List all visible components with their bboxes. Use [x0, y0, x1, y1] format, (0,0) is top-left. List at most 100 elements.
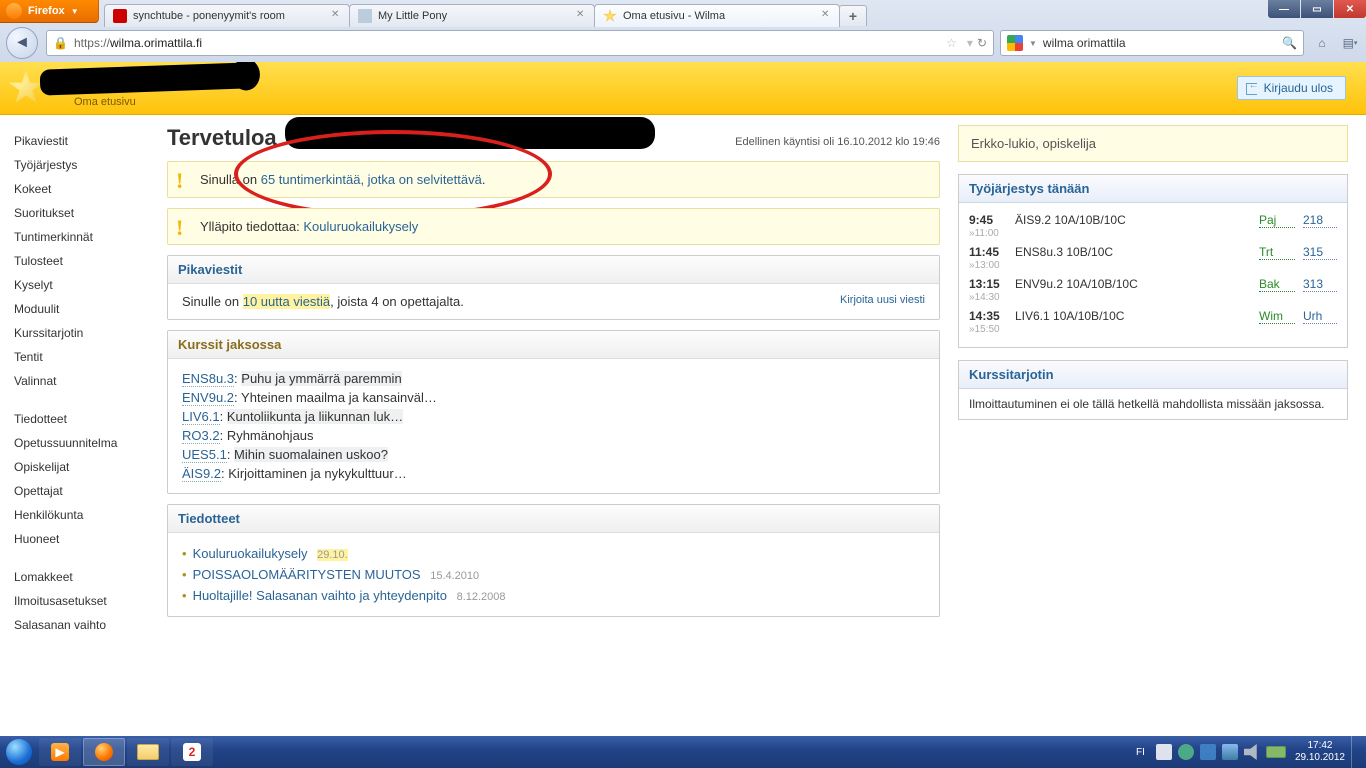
- schedule-room-link[interactable]: 218: [1303, 213, 1337, 228]
- url-host: wilma.orimattila.fi: [110, 36, 202, 50]
- messages-text: Sinulle on: [182, 294, 243, 309]
- tab-close-icon[interactable]: ✕: [576, 9, 588, 21]
- new-messages-link[interactable]: 10 uutta viestiä: [243, 294, 330, 309]
- leftnav-item[interactable]: Opettajat: [14, 479, 149, 503]
- tab-close-icon[interactable]: ✕: [331, 9, 343, 21]
- schedule-teacher-link[interactable]: Paj: [1259, 213, 1295, 228]
- tray-flag-icon[interactable]: [1156, 744, 1172, 760]
- schedule-start: 14:35: [969, 309, 1015, 323]
- news-link[interactable]: Kouluruokailukysely: [193, 546, 308, 561]
- box-header: Pikaviestit: [168, 256, 939, 284]
- browser-tab-active[interactable]: Oma etusivu - Wilma ✕: [594, 4, 840, 27]
- schedule-start: 9:45: [969, 213, 1015, 227]
- course-link[interactable]: ÄIS9.2: [182, 466, 221, 482]
- schedule-end: 14:30: [969, 292, 1337, 303]
- leftnav-item[interactable]: Tulosteet: [14, 249, 149, 273]
- main-content: Tervetuloa Edellinen käyntisi oli 16.10.…: [149, 115, 958, 736]
- leftnav-item[interactable]: Tuntimerkinnät: [14, 225, 149, 249]
- tab-close-icon[interactable]: ✕: [821, 9, 833, 21]
- leftnav-item[interactable]: Pikaviestit: [14, 129, 149, 153]
- course-row: LIV6.1: Kuntoliikunta ja liikunnan luk…: [182, 407, 925, 426]
- leftnav-item[interactable]: Opetussuunnitelma: [14, 431, 149, 455]
- schedule-room-link[interactable]: 313: [1303, 277, 1337, 292]
- schedule-teacher-link[interactable]: Trt: [1259, 245, 1295, 260]
- url-bar[interactable]: 🔒 https://wilma.orimattila.fi ☆ ▾ ↻: [46, 30, 994, 56]
- course-link[interactable]: UES5.1: [182, 447, 227, 463]
- window-maximize-button[interactable]: ▭: [1301, 0, 1333, 18]
- tray-icon[interactable]: [1178, 744, 1194, 760]
- bookmark-star-icon[interactable]: ☆: [940, 36, 963, 50]
- course-link[interactable]: ENV9u.2: [182, 390, 234, 406]
- nav-back-button[interactable]: ◄: [6, 27, 38, 59]
- leftnav-item[interactable]: Suoritukset: [14, 201, 149, 225]
- home-icon[interactable]: ⌂: [1312, 33, 1332, 53]
- leftnav-item[interactable]: Kurssitarjotin: [14, 321, 149, 345]
- browser-tab[interactable]: synchtube - ponenyymit's room ✕: [104, 4, 350, 27]
- leftnav-item[interactable]: Tiedotteet: [14, 407, 149, 431]
- leftnav-item[interactable]: Kokeet: [14, 177, 149, 201]
- news-link[interactable]: POISSAOLOMÄÄRITYSTEN MUUTOS: [193, 567, 421, 582]
- taskbar-media-player-icon[interactable]: ▶: [39, 738, 81, 766]
- leftnav-item[interactable]: Työjärjestys: [14, 153, 149, 177]
- logout-button[interactable]: Kirjaudu ulos: [1237, 76, 1346, 100]
- leftnav-item[interactable]: Salasanan vaihto: [14, 613, 149, 637]
- leftnav-item[interactable]: Moduulit: [14, 297, 149, 321]
- leftnav-item[interactable]: Huoneet: [14, 527, 149, 551]
- alert-link[interactable]: 65 tuntimerkintää, jotka on selvitettävä: [261, 172, 482, 187]
- tab-favicon: [358, 9, 372, 23]
- leftnav-item[interactable]: Lomakkeet: [14, 565, 149, 589]
- schedule-room-link[interactable]: 315: [1303, 245, 1337, 260]
- schedule-teacher-link[interactable]: Wim: [1259, 309, 1295, 324]
- url-prefix: https://: [74, 36, 110, 50]
- firefox-menu-button[interactable]: Firefox ▼: [0, 0, 99, 23]
- leftnav-item[interactable]: Tentit: [14, 345, 149, 369]
- exclamation-icon: !: [176, 215, 183, 241]
- compose-message-link[interactable]: Kirjoita uusi viesti: [840, 294, 925, 306]
- leftnav-item[interactable]: Valinnat: [14, 369, 149, 393]
- tray-panel: Kurssitarjotin Ilmoittautuminen ei ole t…: [958, 360, 1348, 420]
- reload-icon[interactable]: ↻: [977, 36, 987, 50]
- schedule-subject: LIV6.1 10A/10B/10C: [1015, 309, 1259, 323]
- tray-battery-icon[interactable]: [1266, 746, 1286, 758]
- last-login-text: Edellinen käyntisi oli 16.10.2012 klo 19…: [735, 136, 940, 148]
- browser-tab[interactable]: My Little Pony ✕: [349, 4, 595, 27]
- tray-volume-icon[interactable]: [1244, 744, 1260, 760]
- tray-clock[interactable]: 17:42 29.10.2012: [1295, 740, 1345, 764]
- news-date: 8.12.2008: [457, 591, 506, 603]
- schedule-teacher-link[interactable]: Bak: [1259, 277, 1295, 292]
- taskbar-firefox-icon[interactable]: [83, 738, 125, 766]
- course-row: UES5.1: Mihin suomalainen uskoo?: [182, 445, 925, 464]
- news-link[interactable]: Huoltajille! Salasanan vaihto ja yhteyde…: [193, 588, 447, 603]
- course-link[interactable]: ENS8u.3: [182, 371, 234, 387]
- search-icon[interactable]: 🔍: [1282, 36, 1297, 50]
- schedule-end: 15:50: [969, 324, 1337, 335]
- leftnav-item[interactable]: Kyselyt: [14, 273, 149, 297]
- tab-favicon: [113, 9, 127, 23]
- window-close-button[interactable]: ✕: [1334, 0, 1366, 18]
- tray-date: 29.10.2012: [1295, 752, 1345, 764]
- search-bar[interactable]: ▼ wilma orimattila 🔍: [1000, 30, 1304, 56]
- tab-favicon: [603, 9, 617, 23]
- tray-network-icon[interactable]: [1222, 744, 1238, 760]
- course-link[interactable]: LIV6.1: [182, 409, 220, 425]
- tray-language[interactable]: FI: [1136, 747, 1145, 758]
- start-button[interactable]: [0, 736, 38, 768]
- tray-icon[interactable]: [1200, 744, 1216, 760]
- leftnav-item[interactable]: Henkilökunta: [14, 503, 149, 527]
- bookmarks-menu-icon[interactable]: ▤▾: [1340, 33, 1360, 53]
- alert-link[interactable]: Kouluruokailukysely: [303, 219, 418, 234]
- leftnav-item[interactable]: Ilmoitusasetukset: [14, 589, 149, 613]
- leftnav-item[interactable]: Opiskelijat: [14, 455, 149, 479]
- show-desktop-button[interactable]: [1351, 736, 1360, 768]
- taskbar-app-icon[interactable]: 2: [171, 738, 213, 766]
- search-value: wilma orimattila: [1043, 36, 1126, 50]
- window-minimize-button[interactable]: ―: [1268, 0, 1300, 18]
- new-tab-button[interactable]: +: [839, 5, 867, 26]
- course-link[interactable]: RO3.2: [182, 428, 220, 444]
- taskbar-explorer-icon[interactable]: [127, 738, 169, 766]
- system-tray: FI 17:42 29.10.2012: [1136, 736, 1366, 768]
- firefox-icon: [6, 3, 22, 19]
- chevron-down-icon[interactable]: ▼: [1029, 39, 1037, 48]
- dropdown-icon[interactable]: ▾: [963, 36, 977, 50]
- schedule-room-link[interactable]: Urh: [1303, 309, 1337, 324]
